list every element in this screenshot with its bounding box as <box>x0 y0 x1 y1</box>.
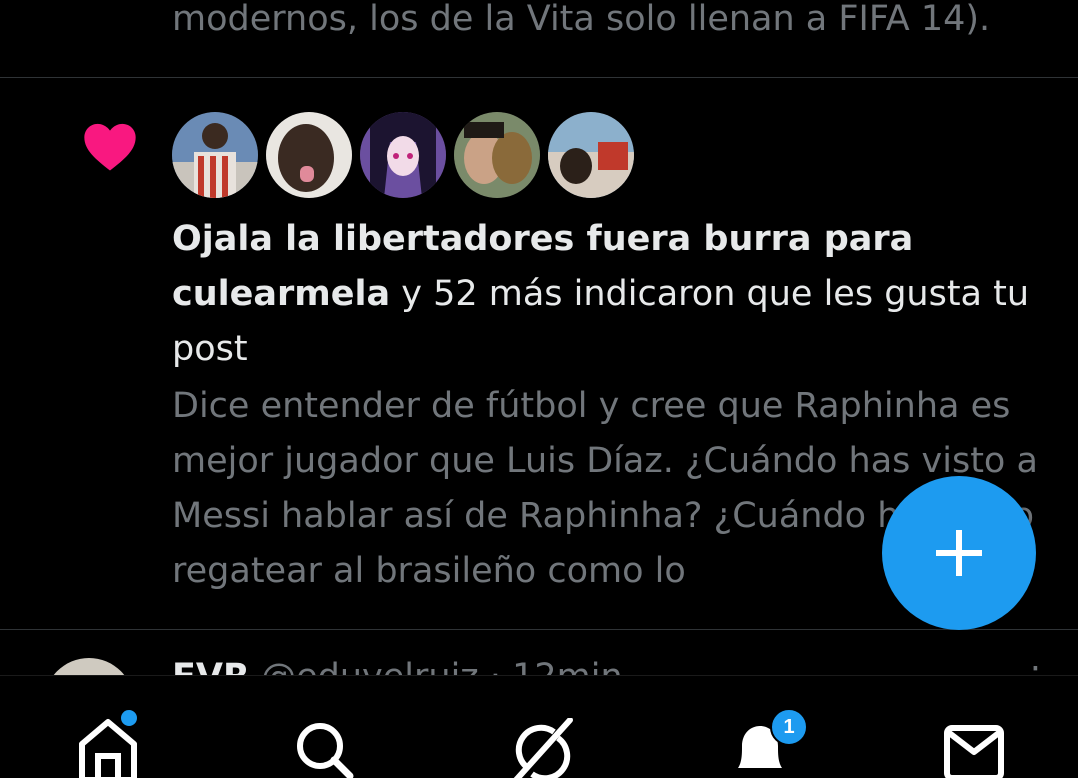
grok-icon <box>513 718 573 778</box>
plus-icon <box>936 530 982 576</box>
mail-icon <box>944 725 1004 778</box>
avatar[interactable] <box>360 112 446 198</box>
nav-home[interactable] <box>76 708 146 778</box>
post-time: 12min <box>512 657 623 675</box>
search-icon <box>297 723 354 778</box>
heart-icon <box>84 123 136 171</box>
avatar[interactable] <box>548 112 634 198</box>
divider <box>0 77 1078 78</box>
more-options-icon[interactable]: ⋮ <box>1018 660 1053 675</box>
notification-text[interactable]: Ojala la libertadores fuera burra para c… <box>172 212 1032 377</box>
nav-search[interactable] <box>292 718 362 778</box>
author-handle: @eduvelruiz <box>261 657 479 675</box>
next-post[interactable]: EVR @eduvelruiz · 12min ⋮ <box>0 630 1078 675</box>
nav-grok[interactable] <box>508 718 578 778</box>
avatar[interactable] <box>172 112 258 198</box>
compose-button[interactable] <box>882 476 1036 630</box>
avatar[interactable] <box>454 112 540 198</box>
avatar[interactable] <box>266 112 352 198</box>
author-name[interactable]: EVR <box>172 657 250 675</box>
next-post-header: EVR @eduvelruiz · 12min <box>172 650 623 675</box>
bottom-navigation: 1 <box>0 675 1078 778</box>
separator-dot: · <box>490 657 501 675</box>
previous-post-snippet[interactable]: modernos, los de la Vita solo llenan a F… <box>172 0 1052 47</box>
notification-count-badge: 1 <box>770 708 808 746</box>
unread-dot <box>119 708 139 728</box>
nav-messages[interactable] <box>942 718 1012 778</box>
avatar-stack <box>172 112 634 198</box>
avatar[interactable] <box>44 658 134 675</box>
nav-notifications[interactable]: 1 <box>728 708 808 778</box>
